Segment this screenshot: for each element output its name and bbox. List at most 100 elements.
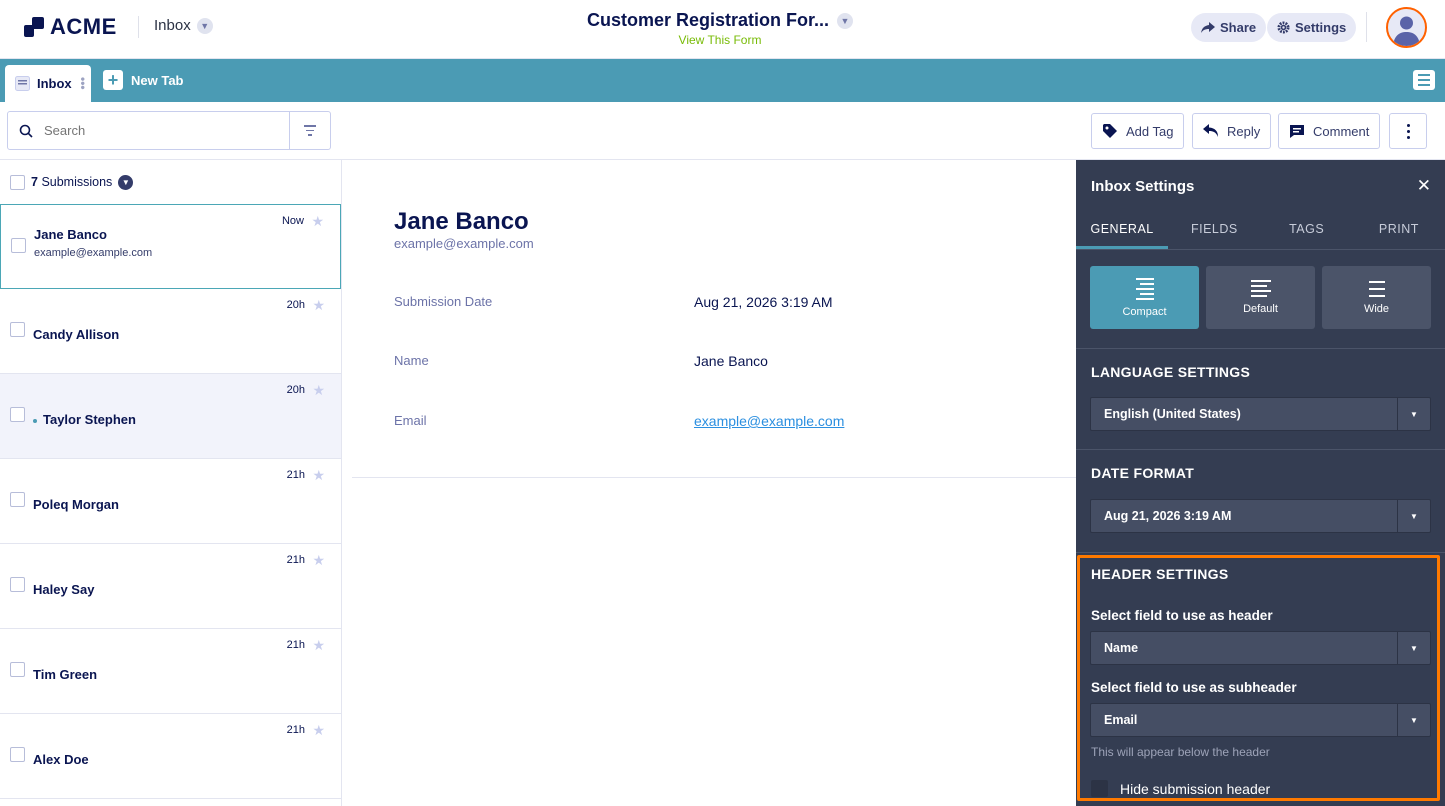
list-item[interactable]: Candy Allison 20h ★ bbox=[0, 289, 341, 374]
row-checkbox[interactable] bbox=[11, 238, 26, 253]
list-item-name: Candy Allison bbox=[33, 327, 120, 342]
row-checkbox[interactable] bbox=[10, 322, 25, 337]
logo-divider bbox=[138, 16, 139, 38]
view-compact-button[interactable]: Compact bbox=[1090, 266, 1199, 329]
header-field-label: Select field to use as header bbox=[1091, 608, 1273, 623]
new-tab-label: New Tab bbox=[131, 72, 184, 88]
view-options: Compact Default Wide bbox=[1090, 266, 1431, 329]
comment-label: Comment bbox=[1313, 123, 1370, 139]
view-compact-label: Compact bbox=[1122, 305, 1167, 318]
toolbar: Add Tag Reply Comment bbox=[0, 102, 1445, 160]
panel-divider bbox=[1076, 449, 1445, 450]
logo-text: ACME bbox=[50, 14, 117, 39]
more-options-icon[interactable] bbox=[1389, 113, 1427, 149]
app-name: Inbox bbox=[154, 17, 191, 34]
tab-print[interactable]: PRINT bbox=[1353, 208, 1445, 249]
header-divider bbox=[1366, 12, 1367, 42]
star-icon[interactable]: ★ bbox=[312, 722, 325, 739]
settings-button[interactable]: Settings bbox=[1267, 13, 1357, 42]
view-wide-button[interactable]: Wide bbox=[1322, 266, 1431, 329]
search-input[interactable] bbox=[44, 112, 289, 149]
share-icon bbox=[1201, 21, 1215, 33]
list-item-time: Now bbox=[281, 215, 304, 227]
list-item[interactable]: Alex Doe 21h ★ bbox=[0, 714, 341, 799]
list-item-time: 21h bbox=[286, 554, 305, 566]
list-item-time: 21h bbox=[286, 469, 305, 481]
tab-general[interactable]: GENERAL bbox=[1076, 208, 1169, 249]
list-item[interactable]: Tim Green 21h ★ bbox=[0, 629, 341, 714]
close-icon[interactable]: ✕ bbox=[1417, 176, 1431, 196]
star-icon[interactable]: ★ bbox=[312, 552, 325, 569]
submission-count-label: Submissions bbox=[41, 175, 113, 189]
list-header: 7 Submissions ▼ bbox=[0, 160, 341, 204]
submission-count: 7 bbox=[31, 175, 38, 189]
tab-options-icon[interactable]: ••• bbox=[76, 77, 90, 90]
list-item-email: example@example.com bbox=[34, 247, 153, 259]
plus-icon: + bbox=[103, 70, 123, 90]
subheader-help-text: This will appear below the header bbox=[1091, 745, 1270, 759]
field-value: example@example.com bbox=[694, 413, 844, 429]
share-label: Share bbox=[1220, 20, 1257, 35]
view-default-button[interactable]: Default bbox=[1206, 266, 1315, 329]
date-format-select-value: Aug 21, 2026 3:19 AM bbox=[1104, 509, 1232, 523]
row-checkbox[interactable] bbox=[10, 577, 25, 592]
subheader-field-select-value: Email bbox=[1104, 713, 1138, 727]
email-link[interactable]: example@example.com bbox=[694, 413, 844, 429]
chevron-down-icon[interactable]: ▼ bbox=[118, 174, 134, 190]
star-icon[interactable]: ★ bbox=[311, 213, 324, 230]
new-tab-button[interactable]: + New Tab bbox=[103, 70, 184, 90]
filter-icon[interactable] bbox=[289, 112, 330, 149]
panel-divider bbox=[1076, 348, 1445, 349]
hamburger-menu-icon[interactable] bbox=[1413, 70, 1435, 90]
row-checkbox[interactable] bbox=[10, 492, 25, 507]
app-switcher[interactable]: Inbox ▼ bbox=[154, 17, 213, 34]
share-button[interactable]: Share bbox=[1191, 13, 1267, 42]
hide-header-label: Hide submission header bbox=[1120, 780, 1271, 797]
star-icon[interactable]: ★ bbox=[312, 467, 325, 484]
select-all-checkbox[interactable] bbox=[10, 174, 25, 190]
form-title-dropdown[interactable]: Customer Registration For... ▼ bbox=[587, 10, 854, 31]
row-checkbox[interactable] bbox=[10, 407, 25, 422]
add-tag-button[interactable]: Add Tag bbox=[1091, 113, 1185, 149]
dropdown-arrow-icon: ▼ bbox=[1397, 632, 1430, 664]
list-item[interactable]: Haley Say 21h ★ bbox=[0, 544, 341, 629]
list-item[interactable]: Taylor Stephen 20h ★ bbox=[0, 374, 341, 459]
list-item[interactable]: Jane Banco example@example.com Now ★ bbox=[0, 204, 341, 289]
view-form-link[interactable]: View This Form bbox=[520, 33, 920, 47]
hide-header-option[interactable]: Hide submission header bbox=[1091, 780, 1270, 797]
star-icon[interactable]: ★ bbox=[312, 382, 325, 399]
row-checkbox[interactable] bbox=[10, 662, 25, 677]
star-icon[interactable]: ★ bbox=[312, 297, 325, 314]
user-avatar[interactable] bbox=[1386, 7, 1427, 48]
reply-button[interactable]: Reply bbox=[1192, 113, 1272, 149]
header-field-select[interactable]: Name ▼ bbox=[1090, 631, 1431, 665]
user-icon bbox=[1393, 16, 1420, 46]
subheader-field-label: Select field to use as subheader bbox=[1091, 680, 1297, 695]
tab-tags[interactable]: TAGS bbox=[1261, 208, 1353, 249]
subheader-field-select[interactable]: Email ▼ bbox=[1090, 703, 1431, 737]
date-format-select[interactable]: Aug 21, 2026 3:19 AM ▼ bbox=[1090, 499, 1431, 533]
tab-inbox-label: Inbox bbox=[37, 76, 72, 91]
submission-header: Jane Banco bbox=[394, 208, 529, 235]
row-checkbox[interactable] bbox=[10, 747, 25, 762]
list-item[interactable]: Poleq Morgan 21h ★ bbox=[0, 459, 341, 544]
unread-dot-icon bbox=[33, 418, 37, 423]
view-wide-label: Wide bbox=[1363, 302, 1390, 315]
list-item-name: Alex Doe bbox=[33, 752, 89, 767]
chevron-down-icon: ▼ bbox=[196, 17, 213, 34]
chevron-down-icon: ▼ bbox=[837, 12, 854, 29]
acme-logo[interactable]: ACME bbox=[24, 14, 117, 40]
dropdown-arrow-icon: ▼ bbox=[1397, 500, 1430, 532]
hide-header-checkbox[interactable] bbox=[1091, 780, 1108, 797]
view-default-label: Default bbox=[1243, 303, 1278, 315]
tab-inbox[interactable]: Inbox ••• bbox=[5, 65, 91, 102]
comment-icon bbox=[1290, 124, 1304, 138]
list-item-name: Tim Green bbox=[33, 667, 98, 682]
tab-fields[interactable]: FIELDS bbox=[1168, 208, 1260, 249]
comment-button[interactable]: Comment bbox=[1278, 113, 1381, 149]
language-select[interactable]: English (United States) ▼ bbox=[1090, 397, 1431, 431]
list-item-time: 20h bbox=[286, 384, 305, 396]
list-item-time: 21h bbox=[286, 724, 305, 736]
star-icon[interactable]: ★ bbox=[312, 637, 325, 654]
panel-title: Inbox Settings bbox=[1091, 178, 1195, 195]
